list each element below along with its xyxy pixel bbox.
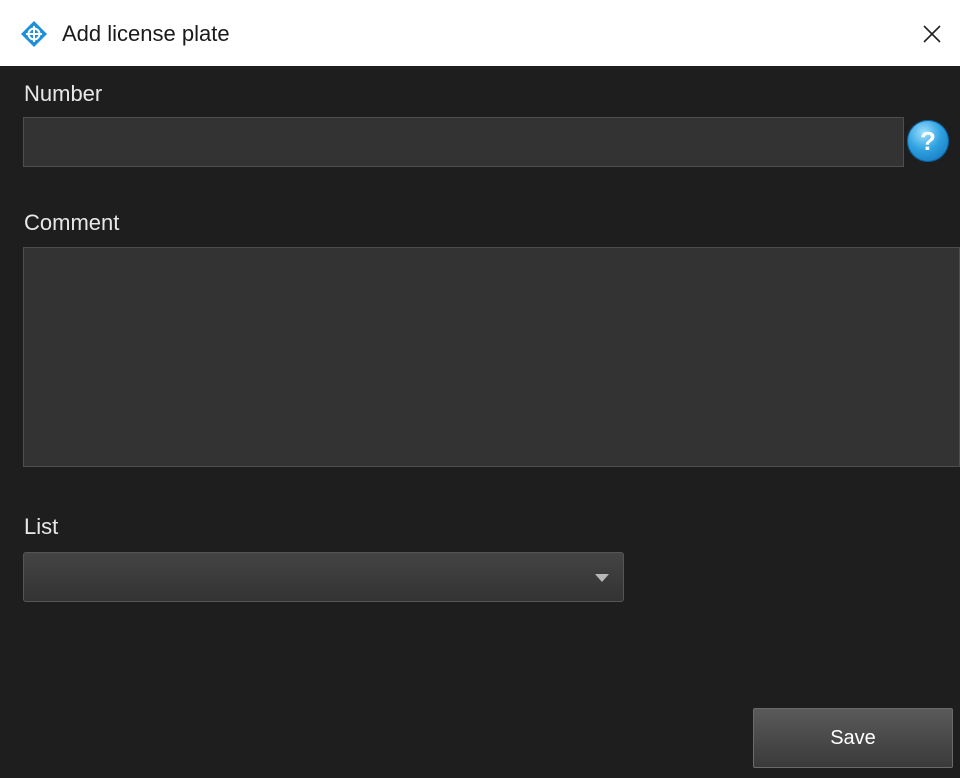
add-license-plate-dialog: Add license plate Number ? Comment List …: [0, 0, 960, 778]
number-label: Number: [24, 81, 103, 106]
help-button[interactable]: ?: [907, 120, 949, 162]
window-title: Add license plate: [62, 21, 230, 46]
comment-label: Comment: [24, 210, 120, 235]
title-bar: Add license plate: [0, 0, 960, 66]
close-button[interactable]: [904, 12, 960, 56]
list-dropdown[interactable]: [23, 552, 624, 602]
save-button[interactable]: Save: [753, 708, 953, 768]
chevron-down-icon: [595, 574, 609, 582]
close-icon: [923, 25, 941, 43]
dialog-body: Number ? Comment List Save: [0, 66, 960, 778]
number-input[interactable]: [23, 117, 904, 167]
comment-textarea[interactable]: [23, 247, 960, 467]
crosshair-diamond-icon: [21, 21, 47, 47]
list-label: List: [24, 514, 59, 539]
help-icon: ?: [920, 125, 936, 156]
app-icon: [20, 20, 48, 48]
